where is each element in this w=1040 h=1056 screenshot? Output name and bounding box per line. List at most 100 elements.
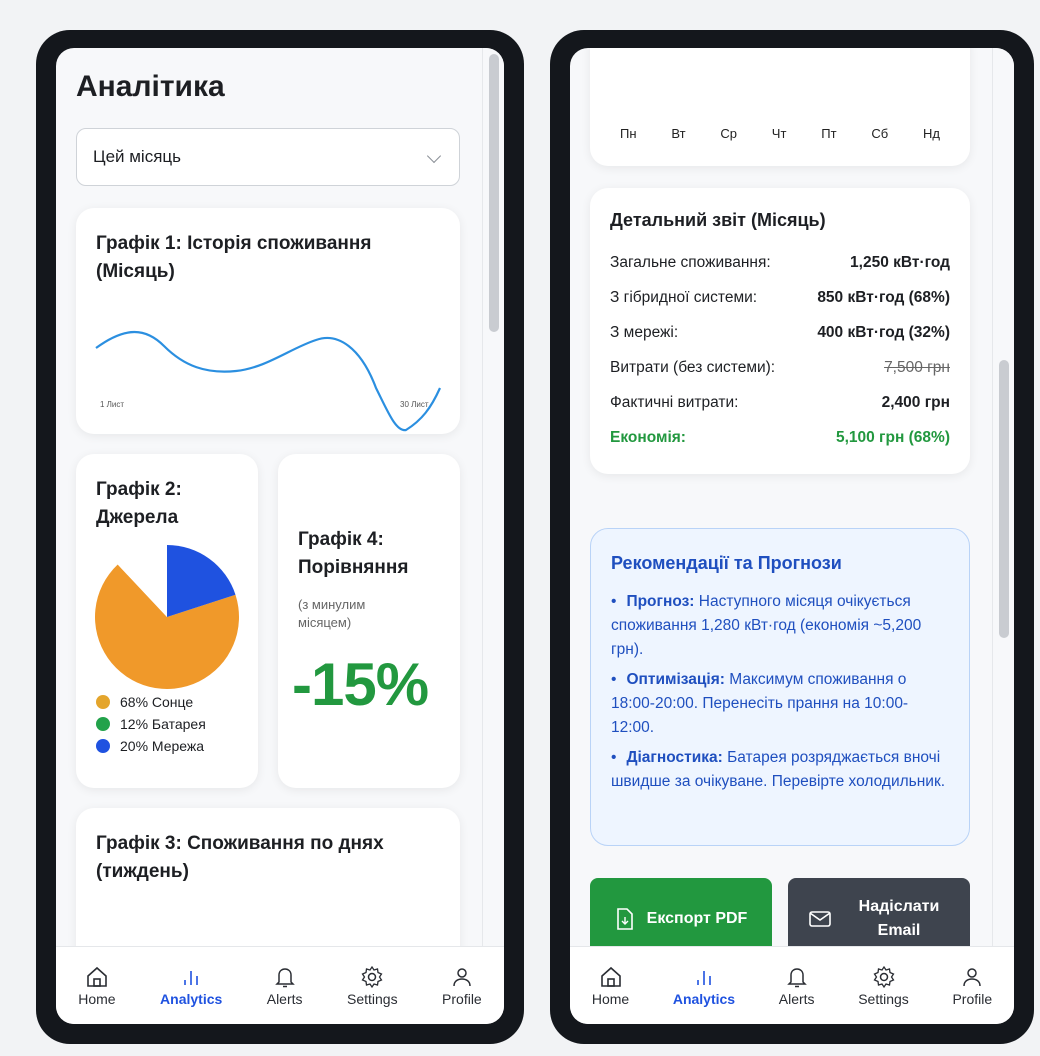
screen-left: Аналітика Цей місяць Графік 1: Історія с… (56, 48, 504, 1024)
legend-item: 20% Мережа (96, 738, 206, 754)
tab-analytics-label: Analytics (160, 990, 223, 1007)
export-pdf-button[interactable]: Експорт PDF (590, 878, 772, 948)
send-email-button[interactable]: Надіслати Email (788, 878, 970, 948)
chevron-down-icon (426, 148, 442, 164)
chart3-card-bottom: Пн Вт Ср Чт Пт Сб Нд (590, 48, 970, 166)
recommendation-item: • Оптимізація: Максимум споживання о 18:0… (611, 668, 949, 740)
tab-analytics[interactable]: Analytics (673, 965, 735, 1007)
tab-analytics[interactable]: Analytics (160, 965, 222, 1007)
chart3-title: Графік 3: Споживання по днях (тиждень) (96, 833, 384, 882)
chart1-card: Графік 1: Історія споживання (Місяць) 1 … (76, 208, 460, 434)
weekday-label: Нд (923, 126, 940, 141)
tab-settings-label: Settings (858, 990, 909, 1007)
analytics-content: Аналітика Цей місяць Графік 1: Історія с… (56, 48, 482, 948)
report-label: З гібридної системи: (610, 288, 758, 306)
bullet: • (611, 749, 617, 766)
period-select[interactable]: Цей місяць (76, 128, 460, 186)
chart4-title: Графік 4: Порівняння (298, 529, 409, 578)
tab-alerts[interactable]: Alerts (267, 965, 303, 1007)
tab-profile[interactable]: Profile (442, 965, 482, 1007)
legend-label: 20% Мережа (120, 738, 205, 754)
tab-home[interactable]: Home (78, 965, 116, 1007)
recommendation-head: Оптимізація: (626, 671, 725, 688)
file-download-icon (616, 908, 633, 930)
bar-chart-icon (697, 970, 711, 985)
report-value: 2,400 грн (881, 393, 950, 411)
gear-icon (873, 965, 894, 988)
report-label: Фактичні витрати: (610, 393, 739, 411)
comparison-value: -15% (292, 651, 429, 718)
home-icon (600, 966, 621, 987)
user-icon (963, 967, 982, 986)
report-label: З мережі: (610, 323, 679, 341)
export-pdf-label: Експорт PDF (646, 910, 748, 927)
scrollbar-thumb[interactable] (489, 54, 499, 332)
recommendation-item: • Діагностика: Батарея розряджається вноч… (611, 746, 949, 794)
weekday-label: Сб (871, 126, 889, 141)
chart1-x-start: 1 Лист (100, 400, 125, 409)
bell-icon (274, 967, 295, 987)
tab-profile[interactable]: Profile (952, 965, 992, 1007)
weekday-label: Пт (821, 126, 837, 141)
chart3-card: Графік 3: Споживання по днях (тиждень) (76, 808, 460, 948)
bell-icon (786, 967, 807, 987)
report-label: Загальне споживання: (610, 253, 771, 271)
legend-item: 12% Батарея (96, 716, 206, 732)
report-value: 850 кВт·год (68%) (817, 288, 950, 306)
legend-label: 12% Батарея (120, 716, 206, 732)
report-value-strikethrough: 7,500 грн (884, 358, 950, 376)
send-email-label: Надіслати Email (858, 898, 940, 939)
weekday-axis: Пн Вт Ср Чт Пт Сб Нд (620, 126, 940, 141)
report-value: 1,250 кВт·год (850, 253, 950, 271)
tab-settings[interactable]: Settings (858, 965, 909, 1007)
report-row: Фактичні витрати: 2,400 грн (610, 385, 950, 420)
tab-profile-label: Profile (442, 990, 482, 1007)
chart2-title: Графік 2: Джерела (96, 479, 182, 528)
page-title: Аналітика (76, 70, 225, 103)
report-row: З гібридної системи: 850 кВт·год (68%) (610, 280, 950, 315)
report-row-savings: Економія: 5,100 грн (68%) (610, 420, 950, 455)
weekday-label: Пн (620, 126, 637, 141)
tab-alerts-label: Alerts (266, 990, 303, 1007)
chart4-subtitle: (з минулим місяцем) (298, 597, 366, 630)
scrollbar[interactable] (992, 48, 1014, 948)
bullet: • (611, 593, 617, 610)
tab-alerts[interactable]: Alerts (779, 965, 815, 1007)
tab-profile-label: Profile (952, 990, 993, 1007)
chart2-legend: 68% Сонце 12% Батарея 20% Мережа (96, 694, 206, 760)
report-row: Загальне споживання: 1,250 кВт·год (610, 245, 950, 280)
report-card: Детальний звіт (Місяць) Загальне спожива… (590, 188, 970, 474)
scrollbar[interactable] (482, 48, 504, 948)
tab-settings[interactable]: Settings (347, 965, 398, 1007)
mail-icon (809, 911, 831, 927)
weekday-label: Ср (720, 126, 737, 141)
tab-analytics-label: Analytics (672, 990, 736, 1007)
period-select-value: Цей місяць (93, 147, 182, 166)
phone-frame-right: Пн Вт Ср Чт Пт Сб Нд Детальний звіт (Міс… (550, 30, 1034, 1044)
phone-frame-left: Аналітика Цей місяць Графік 1: Історія с… (36, 30, 524, 1044)
report-label: Витрати (без системи): (610, 358, 776, 376)
tab-home-label: Home (591, 990, 630, 1007)
tab-home-label: Home (78, 990, 116, 1007)
bullet: • (611, 671, 617, 688)
user-icon (453, 967, 471, 986)
tab-settings-label: Settings (346, 990, 398, 1007)
chart4-card: Графік 4: Порівняння (з минулим місяцем)… (278, 454, 460, 788)
home-icon (87, 966, 107, 987)
report-value: 5,100 грн (68%) (835, 428, 950, 446)
analytics-content-scrolled: Пн Вт Ср Чт Пт Сб Нд Детальний звіт (Міс… (570, 48, 992, 948)
chart1-x-end: 30 Лист (400, 400, 429, 409)
report-row: З мережі: 400 кВт·год (32%) (610, 315, 950, 350)
report-row: Витрати (без системи): 7,500 грн (610, 350, 950, 385)
tab-home[interactable]: Home (592, 965, 629, 1007)
legend-dot (96, 695, 110, 709)
recommendation-head: Діагностика: (626, 749, 723, 766)
weekday-label: Чт (771, 126, 787, 141)
weekday-label: Вт (671, 126, 686, 141)
bar-chart-icon (184, 970, 198, 985)
legend-dot (96, 717, 110, 731)
tab-bar: Home Analytics Alerts Settings Profile (56, 946, 504, 1024)
report-value: 400 кВт·год (32%) (817, 323, 950, 341)
scrollbar-thumb[interactable] (999, 360, 1009, 638)
recommendation-item: • Прогноз: Наступного місяця очікується с… (611, 590, 949, 662)
